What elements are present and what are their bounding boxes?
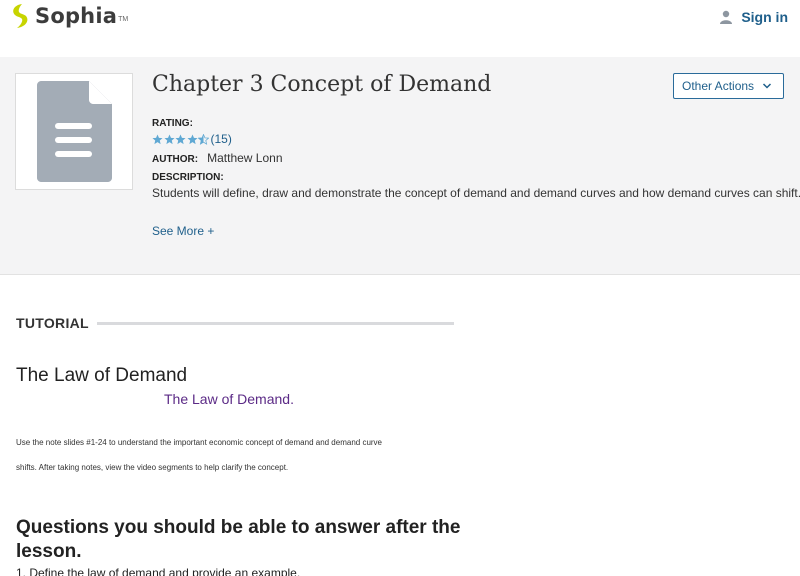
sophia-leaf-icon [13,4,28,28]
star-icon [152,133,163,144]
description-label: DESCRIPTION: [152,172,224,183]
questions-heading: Questions you should be able to answer a… [16,517,461,562]
star-icon [175,133,186,144]
document-icon [37,81,112,182]
top-header: Sophia TM Sign in [0,0,800,57]
chevron-down-icon [763,83,772,89]
rating-label: RATING: [152,118,193,129]
section-header: TUTORIAL [16,315,454,331]
author-row: AUTHOR: Matthew Lonn [152,151,283,165]
tutorial-heading: The Law of Demand [16,365,188,386]
star-half-icon [198,133,209,145]
resource-thumbnail [15,73,133,190]
rating-stars[interactable]: (15) [152,132,232,146]
resource-title: Chapter 3 Concept of Demand [152,72,492,97]
star-icon [163,133,175,144]
tutorial-paragraph-line: shifts. After taking notes, view the vid… [16,463,289,472]
rating-count-link[interactable]: (15) [211,132,232,146]
sophia-logo[interactable]: Sophia TM [10,3,128,29]
other-actions-label: Other Actions [682,79,755,93]
resource-header: Chapter 3 Concept of Demand Other Action… [0,57,800,275]
trademark-mark: TM [118,16,129,23]
author-label: AUTHOR: [152,154,199,165]
other-actions-dropdown[interactable]: Other Actions [673,73,784,99]
sign-in-label: Sign in [741,9,788,25]
description-text: Students will define, draw and demonstra… [152,186,800,200]
star-icon [186,133,198,144]
section-label: TUTORIAL [16,315,89,331]
tutorial-paragraph-line: Use the note slides #1-24 to understand … [16,438,383,447]
question-list-item: 1. Define the law of demand and provide … [16,566,301,576]
section-divider [96,321,454,325]
person-icon [720,10,733,24]
sign-in-link[interactable]: Sign in [719,9,788,25]
tutorial-subheading: The Law of Demand. [164,391,294,407]
brand-name: Sophia [35,4,118,28]
author-name: Matthew Lonn [207,151,283,165]
see-more-link[interactable]: See More + [152,224,214,238]
